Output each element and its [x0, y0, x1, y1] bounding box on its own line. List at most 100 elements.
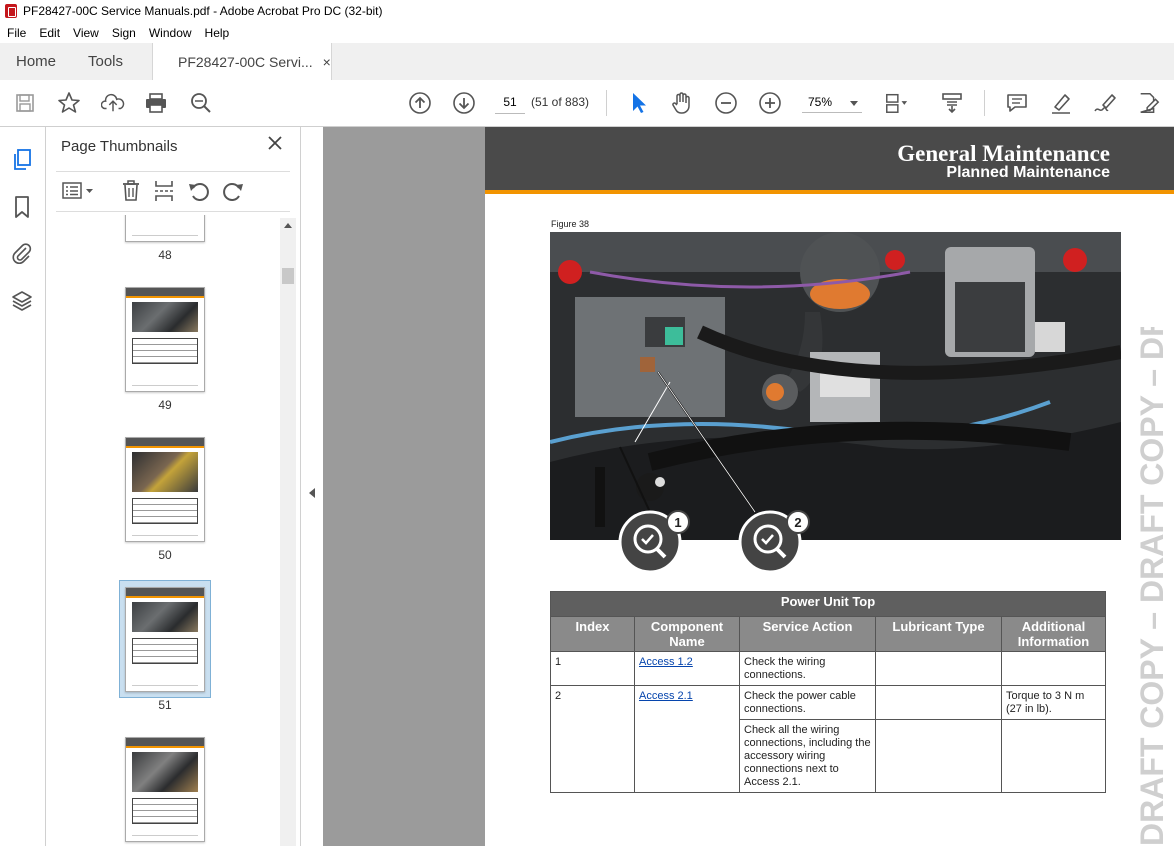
acrobat-icon — [5, 4, 17, 18]
figure-label: Figure 38 — [551, 219, 590, 229]
thumbnail-scrollbar[interactable] — [280, 218, 296, 846]
close-panel-icon[interactable] — [267, 135, 285, 153]
menu-sign[interactable]: Sign — [112, 26, 136, 40]
table-row: 1 Access 1.2 Check the wiring connection… — [550, 651, 1106, 686]
select-cursor-icon[interactable] — [626, 91, 650, 115]
tab-tools[interactable]: Tools — [88, 43, 123, 80]
rotate-clockwise-icon[interactable] — [221, 179, 245, 208]
tab-document[interactable]: PF28427-00C Servi... × — [152, 43, 332, 81]
table-cell: 1 — [550, 651, 635, 686]
table-cell — [1001, 651, 1106, 686]
scrollbar-thumb[interactable] — [282, 268, 294, 284]
thumbnail-page[interactable] — [125, 587, 205, 692]
divider — [56, 211, 290, 212]
page-thumbnails-icon[interactable] — [10, 148, 34, 172]
thumbnail-list: 48 49 50 51 — [46, 215, 282, 846]
page-count: (51 of 883) — [531, 95, 590, 109]
print-icon[interactable] — [144, 91, 168, 115]
thumbnail-page[interactable] — [125, 287, 205, 392]
zoom-in-icon[interactable] — [758, 91, 782, 115]
callout-1-number: 1 — [674, 515, 681, 530]
table-caption: Power Unit Top — [550, 591, 1106, 617]
collapse-arrow-icon[interactable] — [308, 487, 316, 499]
layers-icon[interactable] — [10, 289, 34, 313]
panel-title: Page Thumbnails — [61, 138, 178, 155]
menu-edit[interactable]: Edit — [39, 26, 60, 40]
callout-1-icon: 1 — [618, 510, 690, 574]
rotate-counterclockwise-icon[interactable] — [187, 179, 211, 208]
page-header: General Maintenance Planned Maintenance — [485, 127, 1174, 194]
star-icon[interactable] — [57, 91, 81, 115]
table-cell: Check all the wiring connections, includ… — [739, 719, 876, 793]
column-header: Additional Information — [1001, 616, 1106, 652]
window-title: PF28427-00C Service Manuals.pdf - Adobe … — [23, 4, 383, 18]
callout-2-icon: 2 — [738, 510, 810, 574]
insert-page-icon[interactable] — [153, 179, 175, 208]
menu-view[interactable]: View — [73, 26, 99, 40]
zoom-level-input[interactable]: 75% — [802, 91, 862, 113]
table-cell: 2 — [550, 685, 635, 793]
hand-tool-icon[interactable] — [670, 91, 694, 115]
next-page-icon[interactable] — [452, 91, 476, 115]
upload-cloud-icon[interactable] — [101, 91, 125, 115]
access-link[interactable]: Access 1.2 — [639, 656, 693, 668]
options-menu-icon[interactable] — [61, 180, 97, 207]
previous-page-icon[interactable] — [408, 91, 432, 115]
toolbar-separator — [606, 90, 607, 116]
menu-window[interactable]: Window — [149, 26, 192, 40]
thumbnail-label: 50 — [158, 548, 172, 562]
table-cell: Check the power cable connections. — [739, 685, 876, 720]
document-view[interactable]: General Maintenance Planned Maintenance … — [323, 127, 1174, 846]
access-link[interactable]: Access 2.1 — [639, 690, 693, 702]
table-cell — [1001, 719, 1106, 793]
toolbar-separator — [984, 90, 985, 116]
menu-help[interactable]: Help — [205, 26, 230, 40]
sign-icon[interactable] — [1093, 91, 1117, 115]
service-table: Power Unit Top Index Component Name Serv… — [550, 591, 1106, 793]
draft-watermark: DRAFT COPY – DRAFT COPY – DRAFT COPY — [1134, 327, 1170, 846]
thumbnail-label: 49 — [158, 398, 172, 412]
thumbnails-panel: Page Thumbnails 48 49 50 51 — [46, 127, 300, 846]
table-row: 2 Access 2.1 Check the power cable conne… — [550, 685, 1106, 793]
bookmark-icon[interactable] — [10, 195, 34, 219]
scroll-up-icon[interactable] — [283, 221, 293, 229]
title-bar: PF28427-00C Service Manuals.pdf - Adobe … — [0, 0, 1174, 22]
figure-photo — [550, 232, 1121, 540]
tab-close-icon[interactable]: × — [323, 54, 331, 70]
menu-bar: File Edit View Sign Window Help — [0, 22, 1174, 43]
highlight-pen-icon[interactable] — [1049, 91, 1073, 115]
edit-pdf-icon[interactable] — [1137, 91, 1161, 115]
thumbnail-page[interactable] — [125, 215, 205, 242]
left-navigation-strip — [0, 127, 46, 846]
callout-2-number: 2 — [794, 515, 801, 530]
column-header: Lubricant Type — [875, 616, 1002, 652]
pdf-page: General Maintenance Planned Maintenance … — [485, 127, 1174, 846]
column-header: Component Name — [634, 616, 740, 652]
column-header: Service Action — [739, 616, 876, 652]
page-number-input[interactable]: 51 — [495, 91, 525, 114]
tab-home[interactable]: Home — [16, 43, 56, 80]
zoom-out-icon[interactable] — [714, 91, 738, 115]
table-cell — [875, 719, 1002, 793]
comment-icon[interactable] — [1005, 91, 1029, 115]
divider — [56, 171, 290, 172]
column-header: Index — [550, 616, 635, 652]
menu-file[interactable]: File — [7, 26, 26, 40]
table-cell: Access 2.1 — [634, 685, 740, 793]
search-zoom-icon[interactable] — [189, 91, 213, 115]
tab-document-label: PF28427-00C Servi... — [178, 54, 313, 70]
table-cell: Access 1.2 — [634, 651, 740, 686]
save-icon[interactable] — [13, 91, 37, 115]
thumbnail-page[interactable] — [125, 737, 205, 842]
page-fit-icon[interactable] — [884, 91, 908, 115]
table-cell: Torque to 3 N m (27 in lb). — [1001, 685, 1106, 720]
watermark-text: DRAFT COPY – DRAFT COPY – DRAFT COPY — [1134, 327, 1170, 846]
panel-toolbar — [46, 171, 300, 212]
scrolling-mode-icon[interactable] — [940, 91, 964, 115]
attachment-icon[interactable] — [10, 241, 34, 265]
table-cell — [875, 685, 1002, 720]
delete-page-icon[interactable] — [120, 179, 142, 208]
thumbnail-label: 51 — [158, 698, 172, 712]
panel-collapse-handle[interactable] — [300, 127, 323, 846]
thumbnail-page[interactable] — [125, 437, 205, 542]
